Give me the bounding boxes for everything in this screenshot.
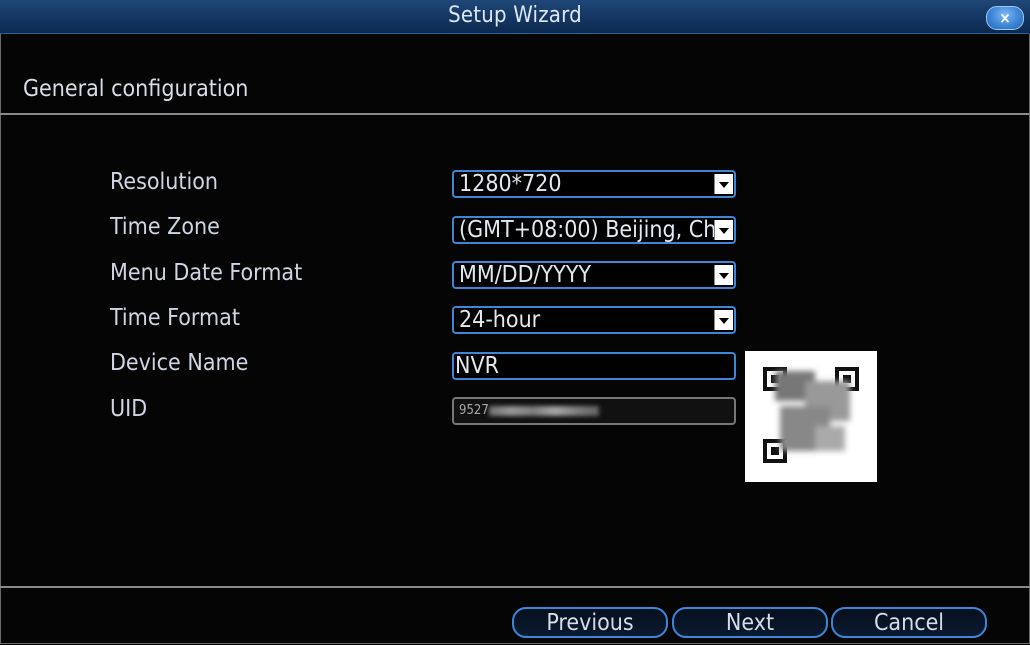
time-format-value: 24-hour bbox=[459, 308, 541, 332]
time-zone-select[interactable]: (GMT+08:00) Beijing, Chongqing bbox=[452, 216, 736, 244]
cancel-button[interactable]: Cancel bbox=[831, 607, 987, 638]
chevron-down-icon[interactable] bbox=[714, 310, 733, 330]
close-icon[interactable]: × bbox=[986, 6, 1024, 30]
resolution-value: 1280*720 bbox=[459, 172, 562, 196]
time-zone-label: Time Zone bbox=[110, 214, 220, 240]
chevron-down-icon[interactable] bbox=[714, 265, 733, 285]
chevron-down-icon[interactable] bbox=[714, 220, 733, 240]
qr-code-image bbox=[745, 351, 877, 482]
divider-top bbox=[0, 113, 1030, 115]
uid-label: UID bbox=[110, 396, 148, 422]
previous-button[interactable]: Previous bbox=[512, 607, 668, 638]
device-name-input[interactable]: NVR bbox=[452, 352, 736, 380]
time-zone-value: (GMT+08:00) Beijing, Chongqing bbox=[459, 218, 714, 242]
chevron-down-icon[interactable] bbox=[714, 174, 733, 194]
uid-field: 9527 bbox=[452, 397, 736, 425]
date-format-select[interactable]: MM/DD/YYYY bbox=[452, 261, 736, 289]
title-bar: Setup Wizard × bbox=[0, 0, 1030, 34]
uid-redacted bbox=[488, 405, 599, 416]
device-name-label: Device Name bbox=[110, 350, 249, 376]
date-format-label: Menu Date Format bbox=[110, 260, 303, 286]
date-format-value: MM/DD/YYYY bbox=[459, 263, 592, 287]
time-format-label: Time Format bbox=[110, 305, 240, 331]
window-title: Setup Wizard bbox=[448, 3, 582, 28]
divider-bottom bbox=[0, 586, 1030, 588]
time-format-select[interactable]: 24-hour bbox=[452, 306, 736, 334]
next-button[interactable]: Next bbox=[672, 607, 828, 638]
uid-value: 9527 bbox=[459, 403, 489, 418]
wizard-window bbox=[0, 34, 1030, 644]
resolution-select[interactable]: 1280*720 bbox=[452, 170, 736, 198]
section-title: General configuration bbox=[23, 76, 249, 102]
resolution-label: Resolution bbox=[110, 169, 219, 195]
